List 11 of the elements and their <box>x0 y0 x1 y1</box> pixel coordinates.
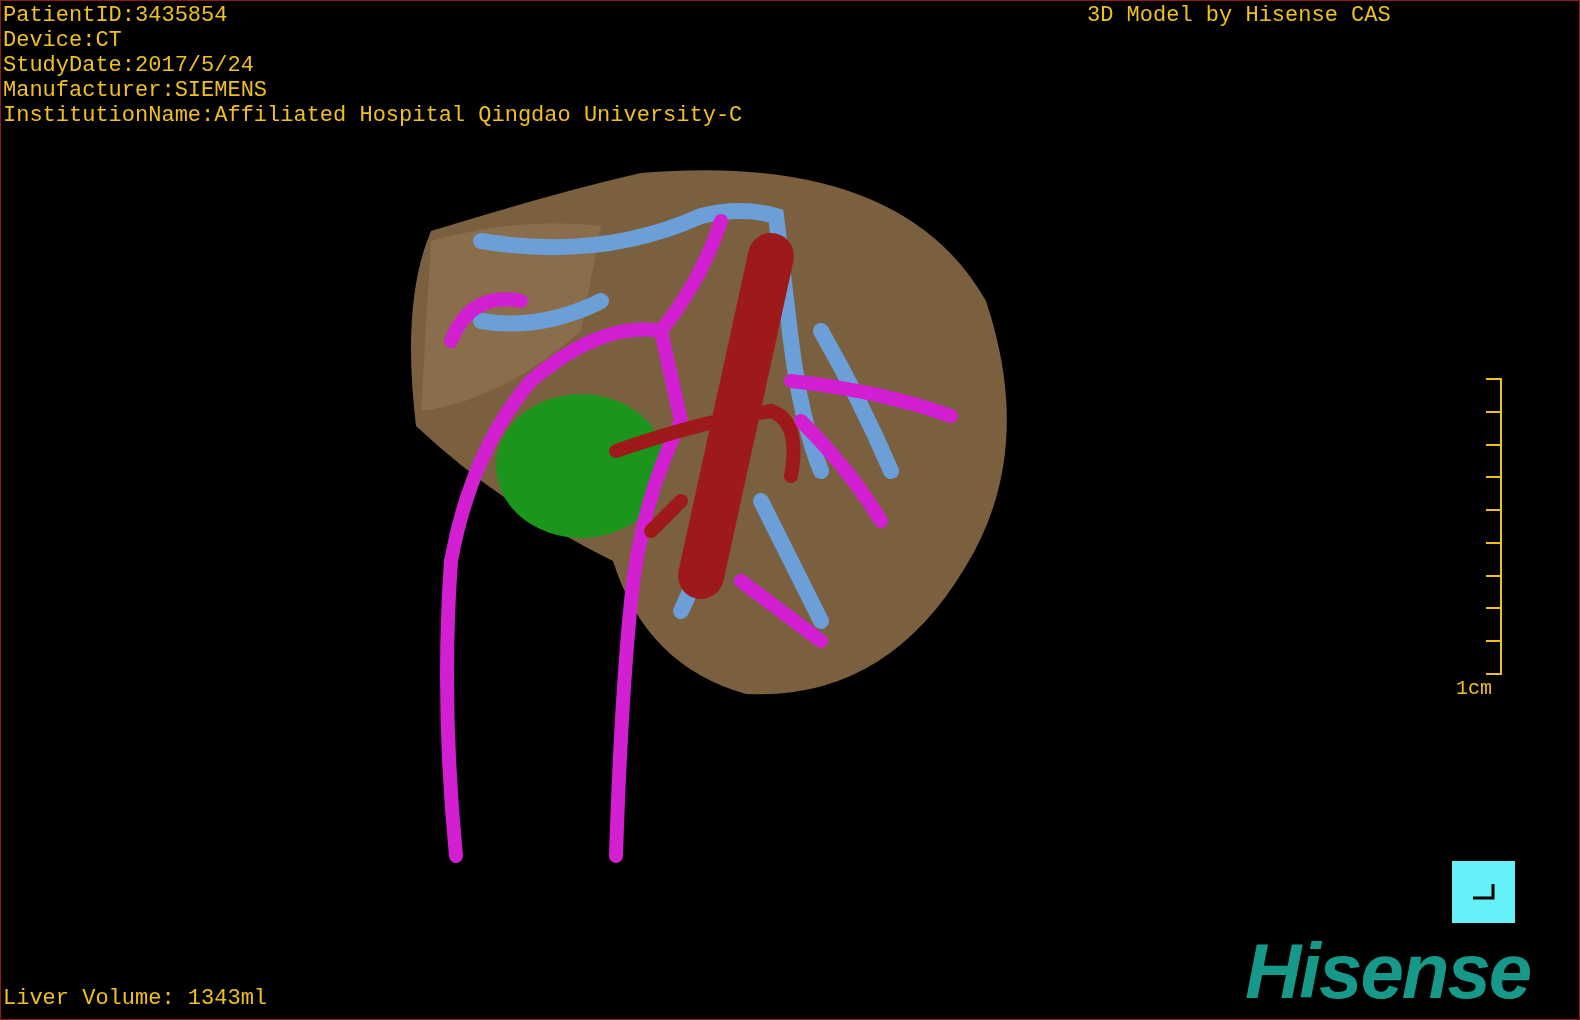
info-line: PatientID:3435854 <box>3 3 229 28</box>
info-line: Device:CT <box>3 28 123 53</box>
corner-button[interactable] <box>1452 861 1515 923</box>
liver-volume-text: Liver Volume: 1343ml <box>3 986 268 1011</box>
info-line: StudyDate:2017/5/24 <box>3 53 255 78</box>
logo-text: Hisense <box>1245 931 1531 1011</box>
model-credit-text: 3D Model by Hisense CAS <box>1087 3 1391 28</box>
scale-label: 1cm <box>1456 677 1492 701</box>
info-line: Manufacturer:SIEMENS <box>3 78 269 103</box>
corner-icon <box>1472 884 1495 900</box>
info-line: InstitutionName:Affiliated Hospital Qingdao University-C <box>3 103 743 128</box>
